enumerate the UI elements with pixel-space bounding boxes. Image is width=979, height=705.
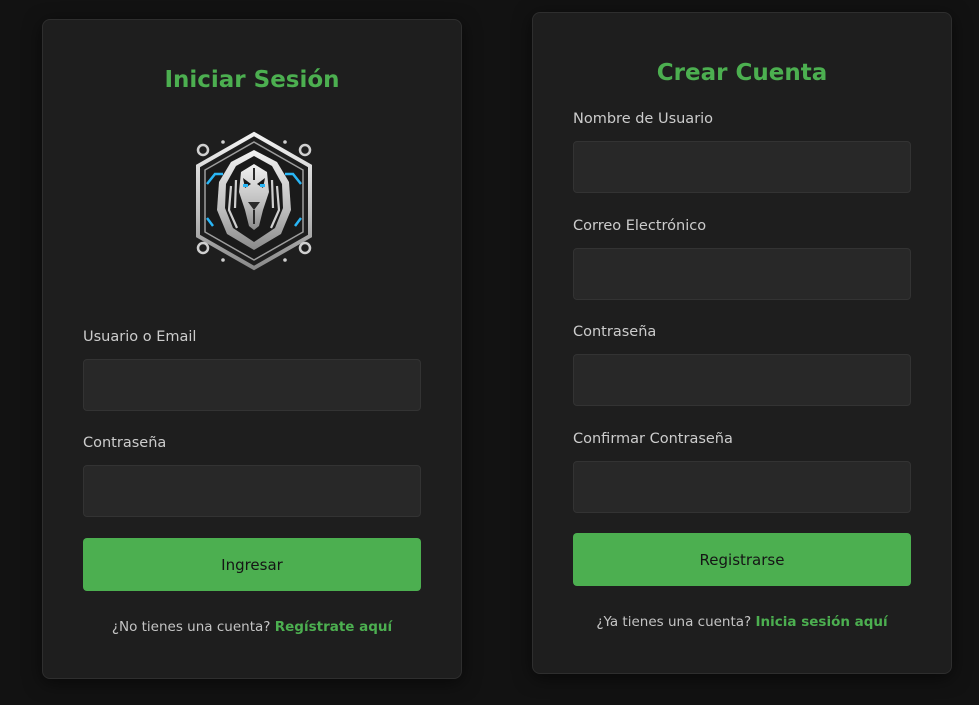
register-email-label: Correo Electrónico — [573, 218, 707, 234]
register-footer-text: ¿Ya tienes una cuenta? — [596, 614, 752, 630]
login-password-label: Contraseña — [83, 435, 167, 451]
register-password-label: Contraseña — [573, 324, 657, 340]
register-confirm-input[interactable] — [573, 461, 911, 513]
login-footer-text: ¿No tienes una cuenta? — [111, 619, 271, 635]
register-confirm-label: Confirmar Contraseña — [573, 431, 733, 447]
register-link[interactable]: Regístrate aquí — [275, 619, 392, 635]
login-footer: ¿No tienes una cuenta? Regístrate aquí — [43, 619, 461, 635]
register-title: Crear Cuenta — [656, 60, 828, 86]
login-user-label: Usuario o Email — [83, 329, 197, 345]
lion-logo-icon — [196, 131, 312, 271]
login-user-input[interactable] — [83, 359, 421, 411]
login-card: Iniciar Sesión Usuario o Email Contraseñ… — [42, 19, 462, 679]
register-password-input[interactable] — [573, 354, 911, 406]
login-link[interactable]: Inicia sesión aquí — [756, 614, 888, 630]
register-card: Crear Cuenta Nombre de Usuario Correo El… — [532, 12, 952, 674]
register-email-input[interactable] — [573, 248, 911, 300]
register-username-label: Nombre de Usuario — [573, 111, 714, 127]
register-footer: ¿Ya tienes una cuenta? Inicia sesión aqu… — [533, 614, 951, 630]
login-password-input[interactable] — [83, 465, 421, 517]
login-title: Iniciar Sesión — [164, 67, 340, 93]
register-username-input[interactable] — [573, 141, 911, 193]
register-submit-button[interactable]: Registrarse — [573, 533, 911, 586]
login-submit-button[interactable]: Ingresar — [83, 538, 421, 591]
